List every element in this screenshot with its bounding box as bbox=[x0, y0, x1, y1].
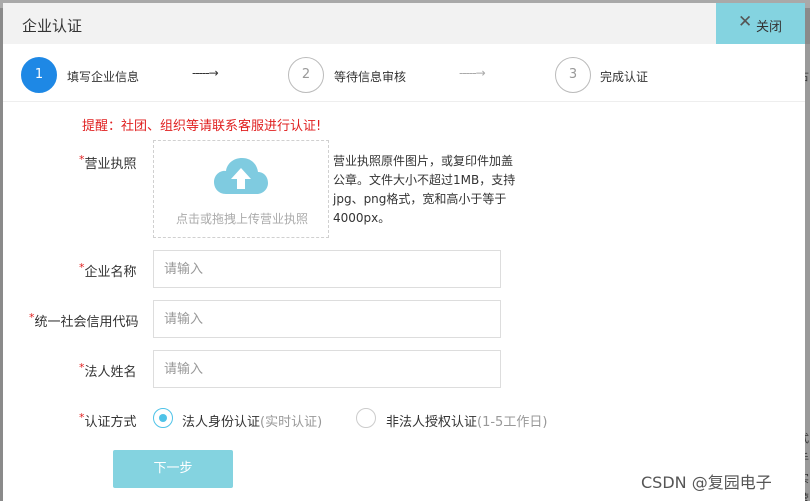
close-icon: ✕ bbox=[738, 12, 753, 32]
legal-name-label: *法人姓名 bbox=[79, 361, 137, 380]
upload-prompt: 点击或拖拽上传营业执照 bbox=[175, 212, 308, 226]
progress-steps: 1 填写企业信息 -----→ 2 等待信息审核 -----→ 3 完成认证 bbox=[3, 44, 805, 102]
non-legal-auth-label[interactable]: 非法人授权认证(1-5工作日) bbox=[386, 411, 547, 430]
step-2-circle: 2 bbox=[288, 57, 324, 93]
radio-non-legal-auth[interactable] bbox=[356, 408, 376, 428]
enterprise-auth-dialog: 企业认证 ✕ 关闭 1 填写企业信息 -----→ 2 等待信息审核 -----… bbox=[3, 3, 805, 501]
legal-name-input[interactable] bbox=[153, 350, 501, 388]
step-1-label: 填写企业信息 bbox=[67, 70, 140, 84]
company-name-label: *企业名称 bbox=[79, 261, 137, 280]
credit-code-label: *统一社会信用代码 bbox=[29, 311, 139, 330]
upload-hint: 营业执照原件图片，或复印件加盖公章。文件大小不超过1MB，支持jpg、png格式… bbox=[333, 154, 516, 225]
dialog-header: 企业认证 ✕ 关闭 bbox=[3, 3, 805, 44]
auth-method-label: *认证方式 bbox=[79, 411, 137, 430]
next-step-button[interactable]: 下一步 bbox=[113, 450, 233, 488]
notice-text: 提醒：社团、组织等请联系客服进行认证! bbox=[82, 119, 322, 134]
company-name-input[interactable] bbox=[153, 250, 501, 288]
step-arrow-2: -----→ bbox=[459, 66, 486, 80]
step-3-circle: 3 bbox=[555, 57, 591, 93]
legal-person-auth-label[interactable]: 法人身份认证(实时认证) bbox=[182, 411, 322, 430]
dialog-title: 企业认证 bbox=[22, 17, 83, 35]
credit-code-input[interactable] bbox=[153, 300, 501, 338]
step-3-label: 完成认证 bbox=[600, 70, 649, 84]
step-arrow-1: -----→ bbox=[192, 66, 219, 80]
watermark-text: CSDN @复园电子 bbox=[641, 473, 772, 492]
step-2-label: 等待信息审核 bbox=[334, 70, 407, 84]
step-1-circle: 1 bbox=[21, 57, 57, 93]
cloud-upload-icon bbox=[214, 158, 268, 194]
radio-legal-person-auth[interactable] bbox=[153, 408, 173, 428]
close-button[interactable]: ✕ 关闭 bbox=[716, 3, 805, 44]
license-label: *营业执照 bbox=[79, 153, 137, 172]
license-upload-area[interactable]: 点击或拖拽上传营业执照 bbox=[153, 140, 329, 238]
close-label: 关闭 bbox=[756, 20, 783, 35]
